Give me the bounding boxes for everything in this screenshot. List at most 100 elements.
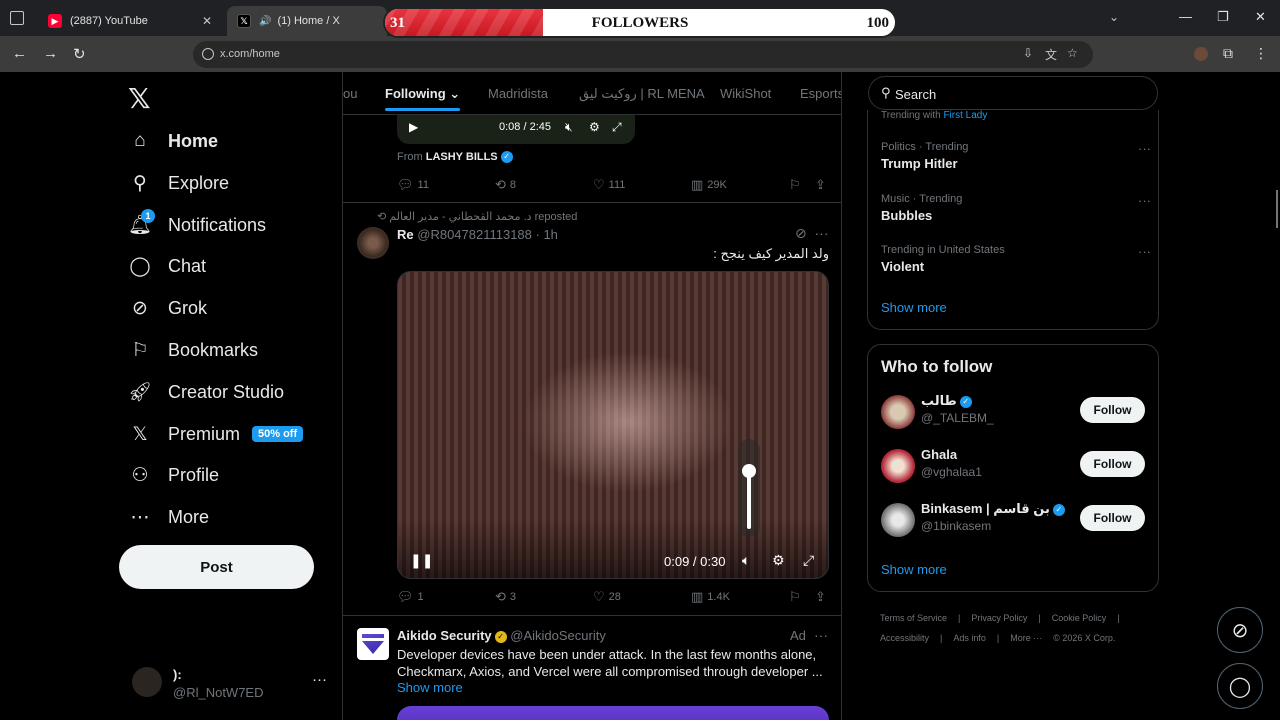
footer-link[interactable]: Terms of Service [880, 613, 947, 623]
volume-knob[interactable] [742, 464, 756, 479]
more-horizontal-icon[interactable]: ··· [1138, 193, 1151, 208]
nav-creator-studio[interactable]: 🚀︎ Creator Studio [128, 372, 284, 412]
close-tab-icon[interactable]: ✕ [202, 14, 212, 28]
source-name[interactable]: LASHY BILLS [426, 151, 498, 163]
address-bar[interactable]: x.com/home ⇩ 文 ☆ [193, 41, 1093, 68]
more-horizontal-icon[interactable]: ··· [814, 627, 828, 643]
tab-for-you[interactable]: ou [343, 86, 357, 101]
nav-grok[interactable]: ⊘ Grok [128, 288, 207, 328]
repost-button[interactable]: ⟲ 3 [495, 589, 516, 605]
close-window-icon[interactable]: ✕ [1255, 9, 1266, 25]
reload-icon[interactable]: ↻ [73, 45, 86, 63]
audio-playing-icon[interactable]: 🔊 [259, 16, 271, 27]
browser-tab-x[interactable]: 𝕏 🔊 (1) Home / X [227, 6, 387, 36]
back-arrow-icon[interactable]: ← [12, 45, 27, 62]
avatar[interactable] [881, 449, 915, 483]
x-logo-icon[interactable]: 𝕏 [128, 82, 151, 115]
bookmark-star-icon[interactable]: ☆ [1067, 46, 1078, 60]
nav-more[interactable]: ⋯ More [128, 497, 210, 537]
avatar[interactable] [357, 227, 389, 259]
nav-profile[interactable]: ⚇ Profile [128, 455, 219, 495]
follow-button[interactable]: Follow [1080, 397, 1145, 423]
browser-profile-avatar[interactable] [1194, 47, 1208, 61]
fullscreen-icon[interactable]: ⤢ [612, 120, 622, 135]
fullscreen-icon[interactable]: ⤢ [803, 552, 814, 569]
tab-rl-mena[interactable]: روكيت ليق | RL MENA [579, 86, 705, 102]
follow-suggestion[interactable]: Binkasem | بن قاسم ✓ @1binkasem Follow [881, 501, 1151, 541]
trend-item[interactable]: Trending in United States Violent ··· [881, 244, 1151, 274]
search-input[interactable]: ⚲ Search [868, 76, 1158, 110]
more-horizontal-icon[interactable]: ··· [312, 671, 327, 688]
ad-media[interactable] [397, 706, 829, 720]
views-button[interactable]: ▥ 29K [691, 177, 727, 193]
browser-tab-youtube[interactable]: ▶ (2887) YouTube ✕ [38, 6, 222, 36]
avatar[interactable] [881, 503, 915, 537]
site-info-icon[interactable] [202, 48, 214, 60]
avatar[interactable] [881, 395, 915, 429]
footer-link[interactable]: Cookie Policy [1052, 613, 1107, 623]
muted-icon[interactable]: 🔇︎ [565, 120, 573, 135]
bookmark-button[interactable]: ⚐ [789, 589, 805, 605]
nav-notifications[interactable]: 🔔︎ 1 Notifications [128, 205, 266, 245]
like-button[interactable]: ♡ 28 [593, 589, 621, 605]
trend-context-link[interactable]: First Lady [943, 110, 987, 121]
tab-wikishot[interactable]: WikiShot [720, 86, 771, 101]
video-player[interactable]: ❚❚ 0:09 / 0:30 🔈︎ ⚙ ⤢ [397, 271, 829, 579]
tab-following[interactable]: Following ⌄ [385, 86, 461, 111]
author-name[interactable]: Re [397, 227, 414, 242]
more-horizontal-icon[interactable]: ··· [1138, 141, 1151, 156]
like-button[interactable]: ♡ 111 [593, 177, 625, 193]
browser-menu-icon[interactable]: ⋮ [1254, 45, 1268, 62]
footer-link[interactable]: Accessibility [880, 633, 929, 643]
follow-button[interactable]: Follow [1080, 451, 1145, 477]
more-horizontal-icon[interactable]: ··· [815, 225, 829, 241]
repost-button[interactable]: ⟲ 8 [495, 177, 516, 193]
footer-link[interactable]: More ··· [1010, 633, 1042, 643]
volume-slider[interactable] [738, 439, 760, 537]
nav-bookmarks[interactable]: ⚐ Bookmarks [128, 330, 258, 370]
repost-text[interactable]: د. محمد القحطاني - مدير العالم reposted [389, 211, 577, 223]
author-handle[interactable]: @AikidoSecurity [510, 628, 606, 643]
restore-icon[interactable]: ❐ [1217, 9, 1229, 25]
footer-link[interactable]: Privacy Policy [971, 613, 1027, 623]
install-app-icon[interactable]: ⇩ [1023, 46, 1033, 60]
chevron-down-icon[interactable]: ⌄ [1109, 10, 1119, 24]
grok-fab[interactable]: ⊘ [1217, 607, 1263, 653]
volume-icon[interactable]: 🔈︎ [742, 552, 750, 569]
footer-link[interactable]: Ads info [953, 633, 986, 643]
trend-item[interactable]: Music · Trending Bubbles ··· [881, 193, 1151, 223]
more-horizontal-icon[interactable]: ··· [1138, 244, 1151, 259]
scrollbar-thumb[interactable] [1276, 190, 1278, 228]
tab-actions-icon[interactable] [10, 11, 24, 25]
chat-fab[interactable]: ◯ [1217, 663, 1263, 709]
settings-gear-icon[interactable]: ⚙ [589, 120, 600, 134]
reply-button[interactable]: 💬︎ 11 [397, 177, 429, 193]
account-switcher[interactable]: ): @Rl_NotW7ED ··· [132, 667, 332, 707]
reply-button[interactable]: 💬︎ 1 [397, 589, 424, 605]
minimize-icon[interactable]: — [1179, 9, 1192, 24]
nav-premium[interactable]: 𝕏 Premium 50% off [128, 414, 304, 454]
follow-suggestion[interactable]: طالب ✓ @_TALEBM_ Follow [881, 393, 1151, 433]
follow-suggestion[interactable]: Ghala @vghalaa1 Follow [881, 447, 1151, 487]
pause-icon[interactable]: ❚❚ [410, 552, 433, 569]
avatar[interactable] [357, 628, 389, 660]
forward-arrow-icon[interactable]: → [43, 45, 58, 62]
author-name[interactable]: Aikido Security [397, 628, 492, 643]
show-more-link[interactable]: Show more [397, 680, 463, 695]
nav-explore[interactable]: ⚲ Explore [128, 163, 229, 203]
who-to-follow-show-more[interactable]: Show more [881, 562, 947, 577]
trend-item[interactable]: Politics · Trending Trump Hitler ··· [881, 141, 1151, 171]
settings-gear-icon[interactable]: ⚙ [772, 552, 785, 569]
tweet[interactable]: ▶ 0:08 / 2:45 🔇︎ ⚙ ⤢ From LASHY BILLS ✓ 💬… [343, 115, 841, 203]
nav-chat[interactable]: ◯ Chat [128, 246, 206, 286]
extensions-icon[interactable]: ⧉ [1223, 45, 1233, 62]
views-button[interactable]: ▥ 1.4K [691, 589, 730, 605]
nav-home[interactable]: ⌂ Home [128, 121, 218, 161]
post-button[interactable]: Post [119, 545, 314, 589]
translate-icon[interactable]: 文 [1045, 46, 1057, 63]
tab-esports[interactable]: Esports [800, 86, 841, 101]
tweet[interactable]: ⟲ د. محمد القحطاني - مدير العالم reposte… [343, 203, 841, 616]
follow-button[interactable]: Follow [1080, 505, 1145, 531]
share-button[interactable]: ⇪ [815, 177, 830, 193]
tab-madridista[interactable]: Madridista [488, 86, 548, 101]
